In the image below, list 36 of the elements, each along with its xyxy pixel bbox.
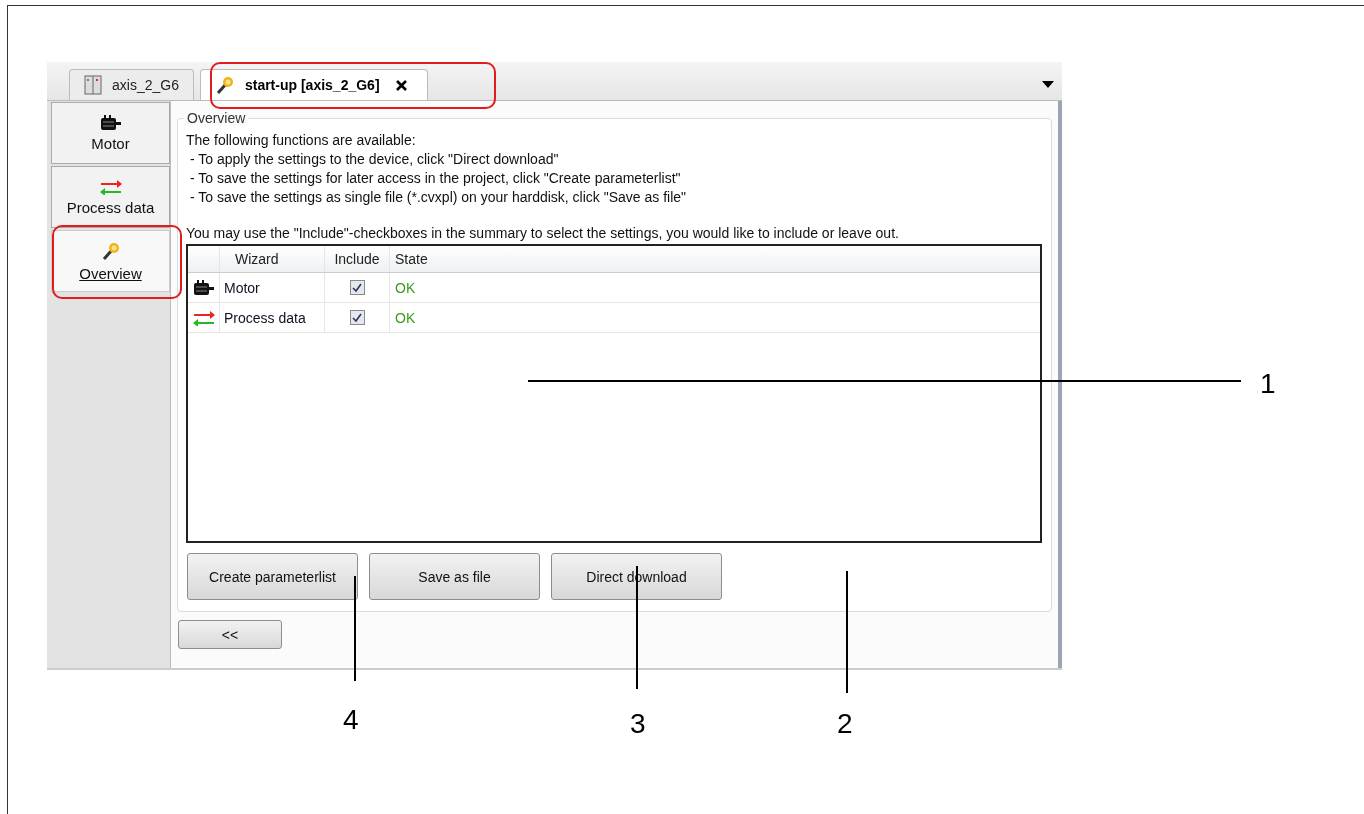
callout-number: 1 xyxy=(1260,368,1276,400)
callout-number: 4 xyxy=(343,704,359,736)
action-button[interactable]: Create parameterlist xyxy=(187,553,358,600)
column-header: Include xyxy=(325,246,390,272)
tab[interactable]: start-up [axis_2_G6] xyxy=(199,69,428,100)
action-button[interactable]: Save as file xyxy=(369,553,540,600)
callout-number: 2 xyxy=(837,708,853,740)
instruction-text: - To save the settings for later access in the project, click "Create parameterlist" xyxy=(189,169,682,188)
wand-icon xyxy=(100,240,121,261)
tab[interactable]: axis_2_G6 xyxy=(69,69,194,100)
motor-icon xyxy=(192,279,215,296)
dropdown-arrow-icon[interactable] xyxy=(1042,81,1054,88)
instruction-text: - To apply the settings to the device, click "Direct download" xyxy=(189,150,560,169)
close-icon[interactable] xyxy=(395,79,407,91)
column-header: State xyxy=(394,250,429,269)
instruction-text: - To save the settings as single file (*.cvxpl) on your harddisk, click "Save as file" xyxy=(189,188,687,207)
back-button[interactable]: << xyxy=(178,620,282,649)
intro-text: The following functions are available: xyxy=(186,131,417,150)
table-cell-text: OK xyxy=(394,278,417,298)
exchange-arrows-icon xyxy=(98,178,123,195)
table-cell: Motor xyxy=(220,273,325,302)
table-cell-text: OK xyxy=(394,308,417,328)
group-legend: Overview xyxy=(184,110,249,126)
device-icon xyxy=(84,75,102,95)
checkbox[interactable] xyxy=(349,310,365,325)
column-header: Wizard xyxy=(220,246,325,272)
wand-icon xyxy=(214,75,235,95)
table-cell: Process data xyxy=(220,303,325,332)
checkbox[interactable] xyxy=(349,280,365,295)
sidebar-item[interactable]: Motor xyxy=(51,102,170,164)
sidebar-item[interactable]: Process data xyxy=(51,166,170,228)
exchange-arrows-icon xyxy=(191,309,216,326)
sidebar-item[interactable]: Overview xyxy=(51,230,170,292)
motor-icon xyxy=(99,114,122,131)
callout-number: 3 xyxy=(630,708,646,740)
note-text: You may use the "Include"-checkboxes in the summary to select the settings, you would like to include or leave out. xyxy=(186,224,900,243)
